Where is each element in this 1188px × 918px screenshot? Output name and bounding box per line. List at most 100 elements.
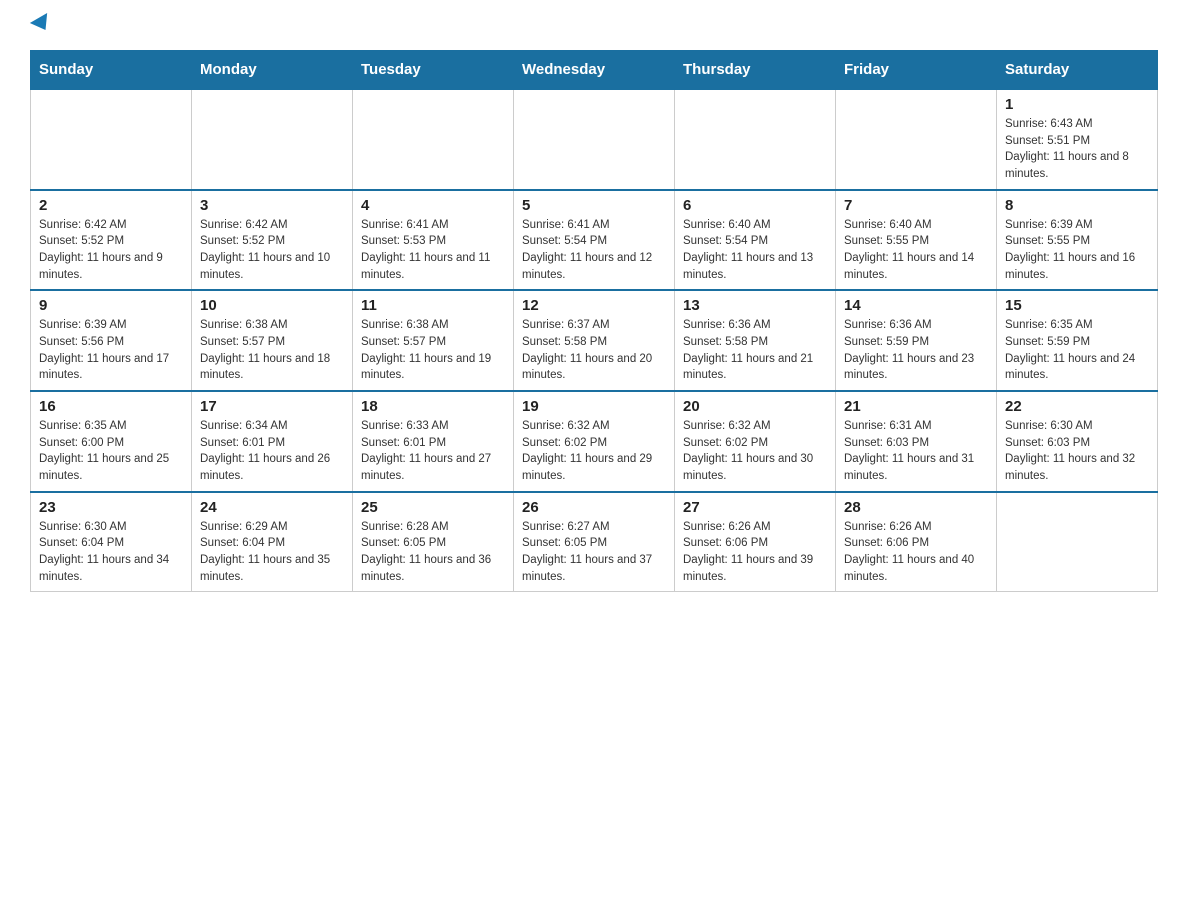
calendar-cell: 23 Sunrise: 6:30 AMSunset: 6:04 PMDayligh… [31,492,192,592]
calendar-cell: 21 Sunrise: 6:31 AMSunset: 6:03 PMDayligh… [836,391,997,492]
day-number: 23 [39,499,183,516]
day-info: Sunrise: 6:36 AMSunset: 5:59 PMDaylight:… [844,317,988,384]
day-number: 14 [844,297,988,314]
day-info: Sunrise: 6:36 AMSunset: 5:58 PMDaylight:… [683,317,827,384]
day-info: Sunrise: 6:38 AMSunset: 5:57 PMDaylight:… [200,317,344,384]
day-info: Sunrise: 6:40 AMSunset: 5:54 PMDaylight:… [683,217,827,284]
day-info: Sunrise: 6:32 AMSunset: 6:02 PMDaylight:… [522,418,666,485]
weekday-header-friday: Friday [836,51,997,90]
calendar-cell: 26 Sunrise: 6:27 AMSunset: 6:05 PMDayligh… [514,492,675,592]
calendar-cell: 5 Sunrise: 6:41 AMSunset: 5:54 PMDaylight… [514,190,675,291]
day-number: 26 [522,499,666,516]
calendar-cell: 2 Sunrise: 6:42 AMSunset: 5:52 PMDaylight… [31,190,192,291]
calendar-cell: 8 Sunrise: 6:39 AMSunset: 5:55 PMDaylight… [997,190,1158,291]
day-info: Sunrise: 6:28 AMSunset: 6:05 PMDaylight:… [361,519,505,586]
calendar-cell: 17Sunrise: 6:34 AMSunset: 6:01 PMDayligh… [192,391,353,492]
calendar-cell [836,89,997,190]
day-info: Sunrise: 6:41 AMSunset: 5:54 PMDaylight:… [522,217,666,284]
calendar-week-row: 2 Sunrise: 6:42 AMSunset: 5:52 PMDaylight… [31,190,1158,291]
day-number: 28 [844,499,988,516]
weekday-header-tuesday: Tuesday [353,51,514,90]
calendar-table: SundayMondayTuesdayWednesdayThursdayFrid… [30,50,1158,592]
calendar-cell: 12 Sunrise: 6:37 AMSunset: 5:58 PMDayligh… [514,290,675,391]
logo [30,20,52,34]
day-number: 11 [361,297,505,314]
day-number: 6 [683,197,827,214]
calendar-cell: 14 Sunrise: 6:36 AMSunset: 5:59 PMDayligh… [836,290,997,391]
day-info: Sunrise: 6:43 AMSunset: 5:51 PMDaylight:… [1005,116,1149,183]
calendar-week-row: 16 Sunrise: 6:35 AMSunset: 6:00 PMDayligh… [31,391,1158,492]
calendar-cell: 6 Sunrise: 6:40 AMSunset: 5:54 PMDaylight… [675,190,836,291]
day-number: 19 [522,398,666,415]
day-info: Sunrise: 6:41 AMSunset: 5:53 PMDaylight:… [361,217,505,284]
day-number: 21 [844,398,988,415]
calendar-cell: 19 Sunrise: 6:32 AMSunset: 6:02 PMDayligh… [514,391,675,492]
calendar-week-row: 1 Sunrise: 6:43 AMSunset: 5:51 PMDaylight… [31,89,1158,190]
day-number: 13 [683,297,827,314]
weekday-header-saturday: Saturday [997,51,1158,90]
day-info: Sunrise: 6:30 AMSunset: 6:04 PMDaylight:… [39,519,183,586]
day-info: Sunrise: 6:27 AMSunset: 6:05 PMDaylight:… [522,519,666,586]
calendar-cell: 10 Sunrise: 6:38 AMSunset: 5:57 PMDayligh… [192,290,353,391]
day-number: 9 [39,297,183,314]
day-info: Sunrise: 6:35 AMSunset: 5:59 PMDaylight:… [1005,317,1149,384]
day-info: Sunrise: 6:39 AMSunset: 5:56 PMDaylight:… [39,317,183,384]
day-info: Sunrise: 6:42 AMSunset: 5:52 PMDaylight:… [39,217,183,284]
calendar-cell [353,89,514,190]
day-number: 16 [39,398,183,415]
day-number: 18 [361,398,505,415]
calendar-cell: 11 Sunrise: 6:38 AMSunset: 5:57 PMDayligh… [353,290,514,391]
calendar-cell: 28 Sunrise: 6:26 AMSunset: 6:06 PMDayligh… [836,492,997,592]
day-number: 2 [39,197,183,214]
day-info: Sunrise: 6:31 AMSunset: 6:03 PMDaylight:… [844,418,988,485]
day-number: 22 [1005,398,1149,415]
calendar-cell: 18Sunrise: 6:33 AMSunset: 6:01 PMDayligh… [353,391,514,492]
day-number: 24 [200,499,344,516]
calendar-week-row: 23 Sunrise: 6:30 AMSunset: 6:04 PMDayligh… [31,492,1158,592]
calendar-cell: 4 Sunrise: 6:41 AMSunset: 5:53 PMDaylight… [353,190,514,291]
day-info: Sunrise: 6:30 AMSunset: 6:03 PMDaylight:… [1005,418,1149,485]
day-number: 25 [361,499,505,516]
calendar-cell: 9 Sunrise: 6:39 AMSunset: 5:56 PMDaylight… [31,290,192,391]
day-number: 15 [1005,297,1149,314]
day-info: Sunrise: 6:26 AMSunset: 6:06 PMDaylight:… [683,519,827,586]
day-info: Sunrise: 6:39 AMSunset: 5:55 PMDaylight:… [1005,217,1149,284]
calendar-cell [997,492,1158,592]
calendar-cell: 16 Sunrise: 6:35 AMSunset: 6:00 PMDayligh… [31,391,192,492]
calendar-cell: 13 Sunrise: 6:36 AMSunset: 5:58 PMDayligh… [675,290,836,391]
day-number: 1 [1005,96,1149,113]
day-number: 27 [683,499,827,516]
day-number: 5 [522,197,666,214]
day-info: Sunrise: 6:42 AMSunset: 5:52 PMDaylight:… [200,217,344,284]
calendar-cell [31,89,192,190]
day-info: Sunrise: 6:38 AMSunset: 5:57 PMDaylight:… [361,317,505,384]
calendar-cell: 1 Sunrise: 6:43 AMSunset: 5:51 PMDaylight… [997,89,1158,190]
day-info: Sunrise: 6:37 AMSunset: 5:58 PMDaylight:… [522,317,666,384]
calendar-cell: 22 Sunrise: 6:30 AMSunset: 6:03 PMDayligh… [997,391,1158,492]
calendar-cell: 3 Sunrise: 6:42 AMSunset: 5:52 PMDaylight… [192,190,353,291]
day-number: 4 [361,197,505,214]
day-info: Sunrise: 6:26 AMSunset: 6:06 PMDaylight:… [844,519,988,586]
calendar-cell: 20Sunrise: 6:32 AMSunset: 6:02 PMDayligh… [675,391,836,492]
calendar-cell: 15 Sunrise: 6:35 AMSunset: 5:59 PMDayligh… [997,290,1158,391]
day-number: 10 [200,297,344,314]
day-number: 20 [683,398,827,415]
calendar-week-row: 9 Sunrise: 6:39 AMSunset: 5:56 PMDaylight… [31,290,1158,391]
calendar-header-row: SundayMondayTuesdayWednesdayThursdayFrid… [31,51,1158,90]
calendar-cell [675,89,836,190]
day-number: 8 [1005,197,1149,214]
page-header [30,20,1158,34]
day-number: 3 [200,197,344,214]
day-number: 12 [522,297,666,314]
calendar-cell: 24 Sunrise: 6:29 AMSunset: 6:04 PMDayligh… [192,492,353,592]
day-info: Sunrise: 6:40 AMSunset: 5:55 PMDaylight:… [844,217,988,284]
weekday-header-thursday: Thursday [675,51,836,90]
logo-triangle-icon [30,13,54,35]
weekday-header-sunday: Sunday [31,51,192,90]
calendar-cell [514,89,675,190]
calendar-cell: 27 Sunrise: 6:26 AMSunset: 6:06 PMDayligh… [675,492,836,592]
weekday-header-monday: Monday [192,51,353,90]
day-info: Sunrise: 6:29 AMSunset: 6:04 PMDaylight:… [200,519,344,586]
day-number: 17 [200,398,344,415]
day-info: Sunrise: 6:35 AMSunset: 6:00 PMDaylight:… [39,418,183,485]
